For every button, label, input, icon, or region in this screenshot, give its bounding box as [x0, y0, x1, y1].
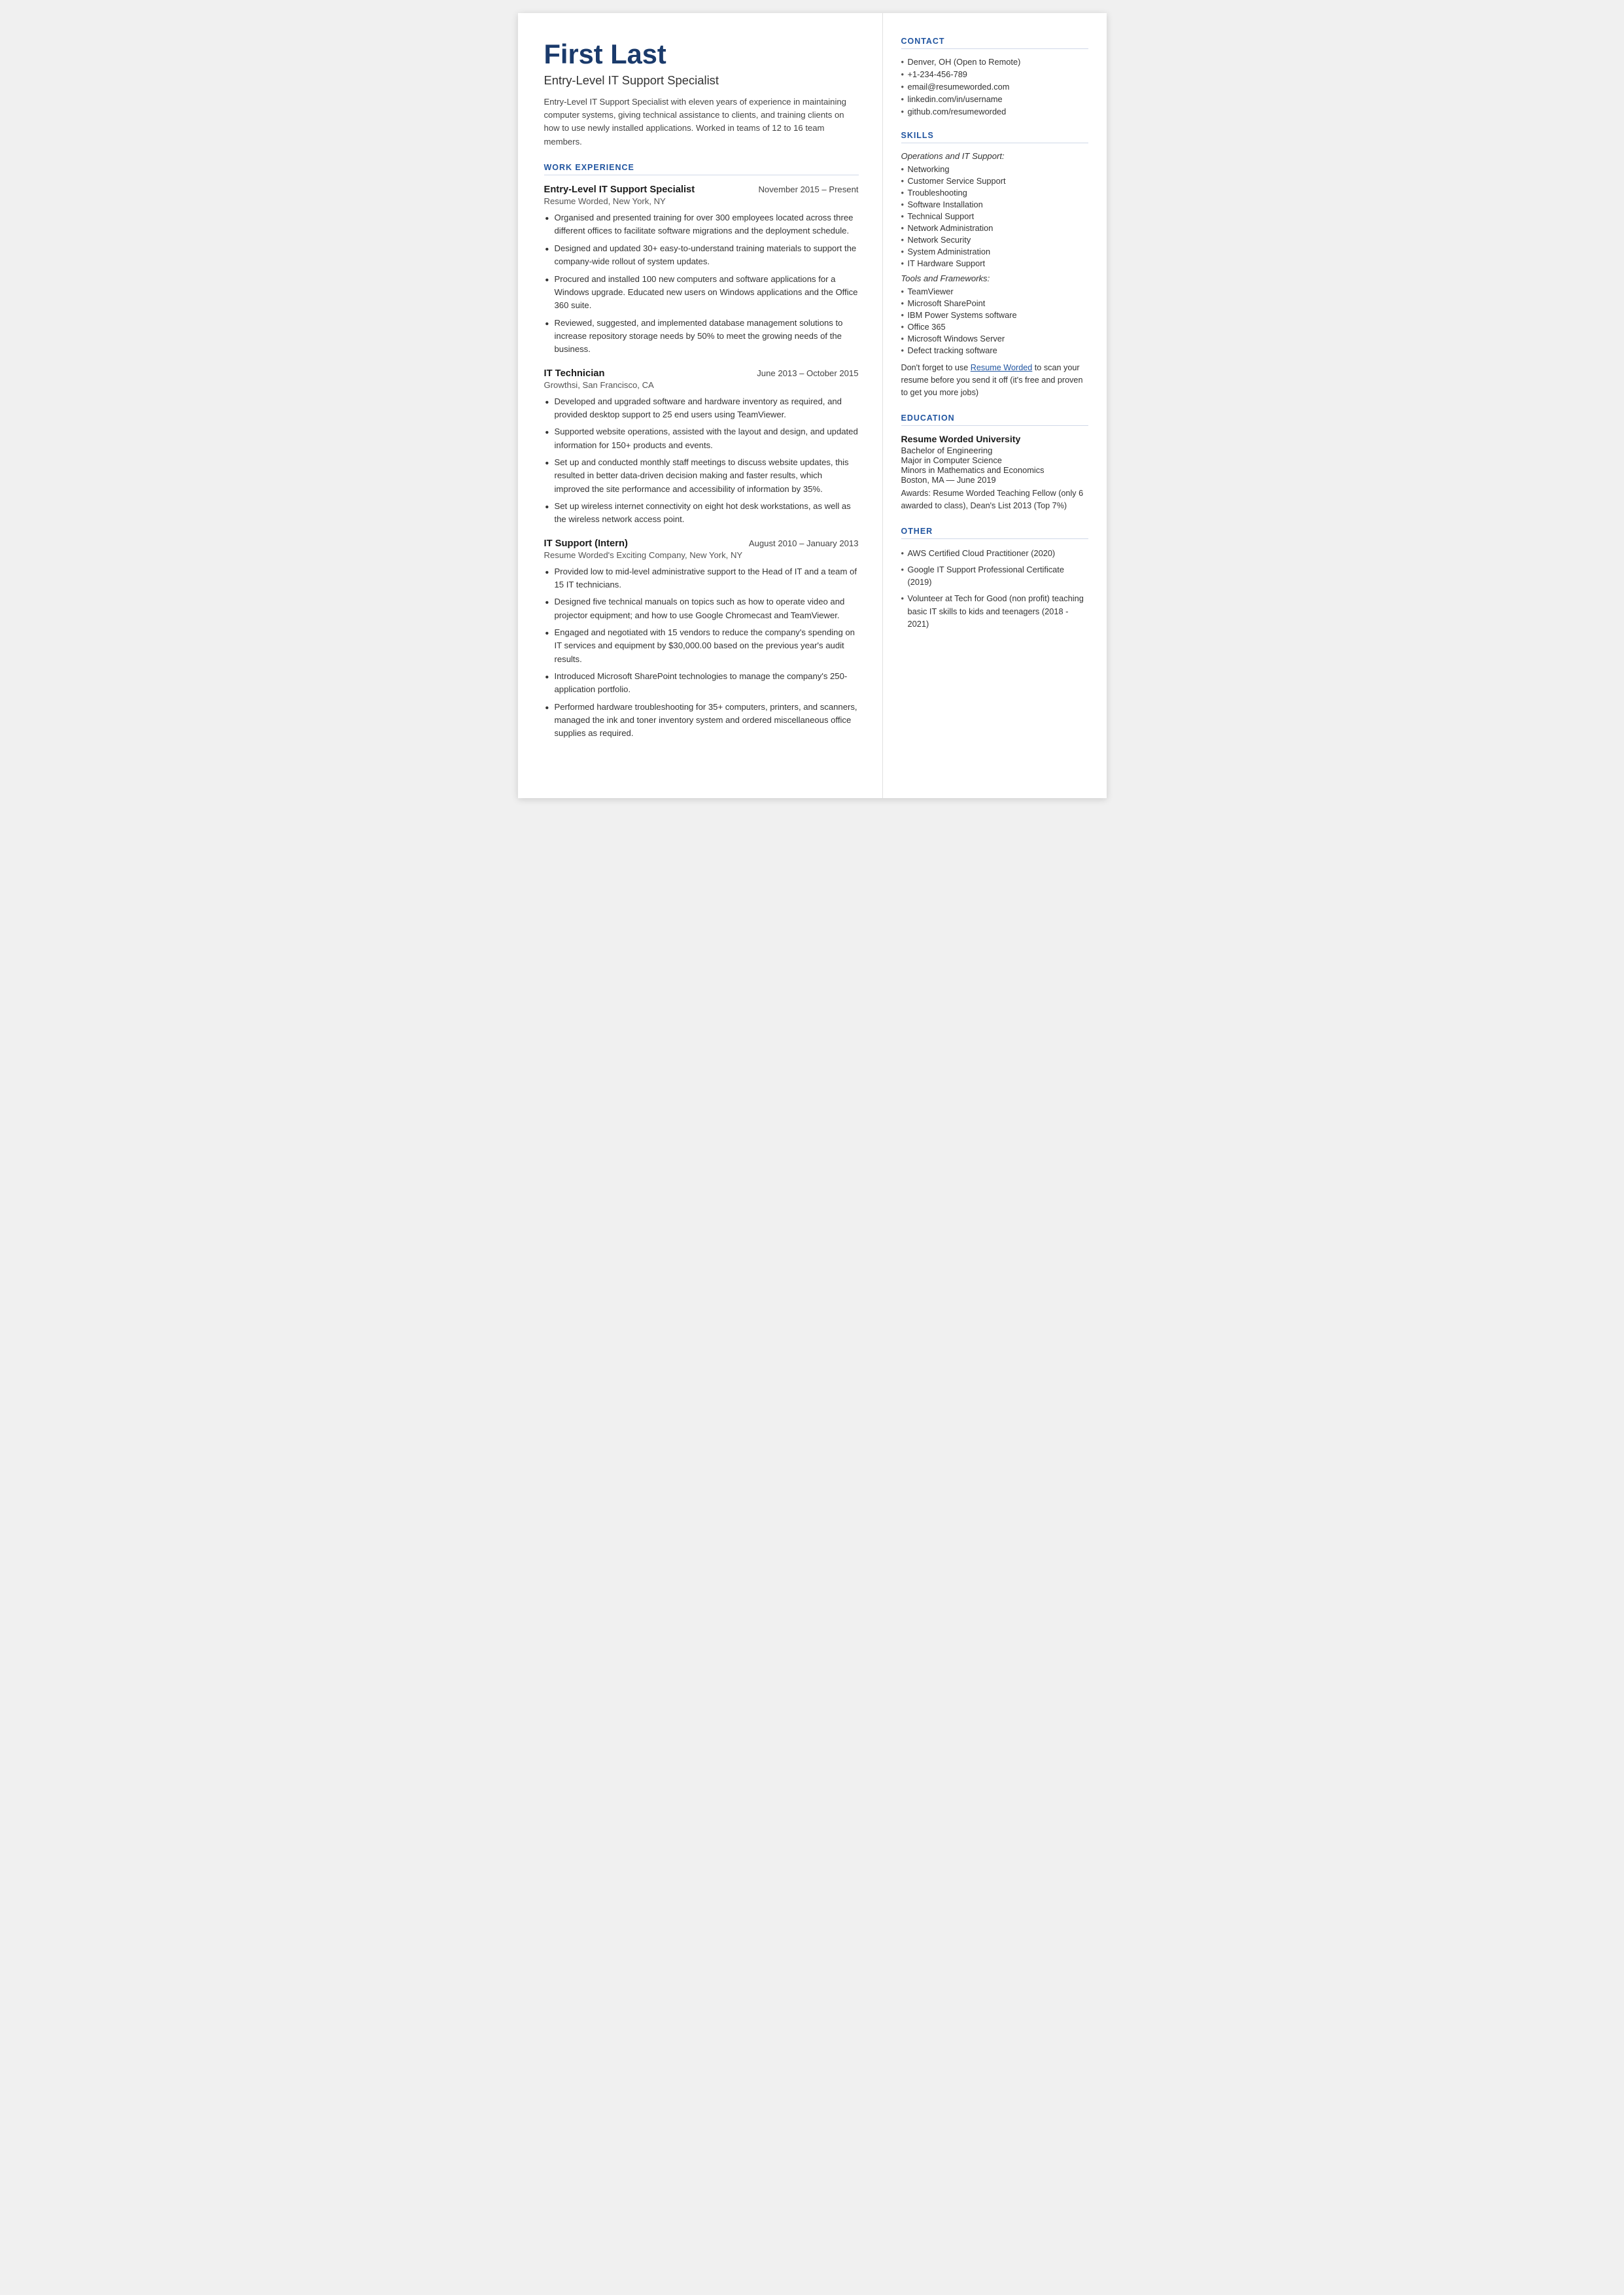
list-item: Denver, OH (Open to Remote) — [901, 57, 1088, 67]
list-item: Performed hardware troubleshooting for 3… — [544, 701, 859, 741]
list-item: IBM Power Systems software — [901, 310, 1088, 320]
job-1-header: Entry-Level IT Support Specialist Novemb… — [544, 184, 859, 195]
list-item: Troubleshooting — [901, 188, 1088, 198]
job-2-header: IT Technician June 2013 – October 2015 — [544, 368, 859, 379]
job-3-header: IT Support (Intern) August 2010 – Januar… — [544, 538, 859, 549]
contact-list: Denver, OH (Open to Remote) +1-234-456-7… — [901, 57, 1088, 116]
list-item: Designed five technical manuals on topic… — [544, 595, 859, 622]
list-item: Volunteer at Tech for Good (non profit) … — [901, 592, 1088, 630]
edu-degree: Bachelor of Engineering — [901, 446, 1088, 455]
candidate-name: First Last — [544, 39, 859, 69]
promo-text: Don't forget to use Resume Worded to sca… — [901, 362, 1088, 399]
list-item: Network Security — [901, 235, 1088, 245]
skills-section-title: SKILLS — [901, 131, 1088, 143]
list-item: Organised and presented training for ove… — [544, 211, 859, 238]
list-item: Microsoft SharePoint — [901, 298, 1088, 308]
list-item: AWS Certified Cloud Practitioner (2020) — [901, 547, 1088, 559]
contact-section-title: CONTACT — [901, 37, 1088, 49]
list-item: Customer Service Support — [901, 176, 1088, 186]
job-1: Entry-Level IT Support Specialist Novemb… — [544, 184, 859, 356]
list-item: Google IT Support Professional Certifica… — [901, 563, 1088, 588]
list-item: Reviewed, suggested, and implemented dat… — [544, 317, 859, 357]
list-item: email@resumeworded.com — [901, 82, 1088, 92]
work-experience-section-title: WORK EXPERIENCE — [544, 163, 859, 175]
skills-tools-list: TeamViewer Microsoft SharePoint IBM Powe… — [901, 287, 1088, 355]
list-item: Networking — [901, 164, 1088, 174]
list-item: Set up wireless internet connectivity on… — [544, 500, 859, 527]
job-3-title: IT Support (Intern) — [544, 538, 628, 549]
left-column: First Last Entry-Level IT Support Specia… — [518, 13, 883, 798]
candidate-summary: Entry-Level IT Support Specialist with e… — [544, 96, 859, 149]
list-item: github.com/resumeworded — [901, 107, 1088, 116]
promo-link[interactable]: Resume Worded — [971, 363, 1033, 372]
list-item: Procured and installed 100 new computers… — [544, 273, 859, 313]
right-column: CONTACT Denver, OH (Open to Remote) +1-2… — [883, 13, 1107, 798]
list-item: Developed and upgraded software and hard… — [544, 395, 859, 422]
list-item: Technical Support — [901, 211, 1088, 221]
candidate-title: Entry-Level IT Support Specialist — [544, 73, 859, 88]
job-2: IT Technician June 2013 – October 2015 G… — [544, 368, 859, 527]
list-item: Office 365 — [901, 322, 1088, 332]
list-item: System Administration — [901, 247, 1088, 256]
list-item: Microsoft Windows Server — [901, 334, 1088, 343]
skills-category-ops: Operations and IT Support: — [901, 151, 1088, 161]
promo-prefix: Don't forget to use — [901, 363, 971, 372]
edu-location: Boston, MA — June 2019 — [901, 475, 1088, 485]
list-item: Software Installation — [901, 200, 1088, 209]
edu-awards: Awards: Resume Worded Teaching Fellow (o… — [901, 487, 1088, 512]
job-1-title: Entry-Level IT Support Specialist — [544, 184, 695, 195]
list-item: linkedin.com/in/username — [901, 94, 1088, 104]
education-section-title: EDUCATION — [901, 413, 1088, 426]
job-2-title: IT Technician — [544, 368, 605, 379]
list-item: Provided low to mid-level administrative… — [544, 565, 859, 592]
job-1-dates: November 2015 – Present — [758, 184, 858, 194]
list-item: Defect tracking software — [901, 345, 1088, 355]
skills-category-tools: Tools and Frameworks: — [901, 273, 1088, 283]
job-3-company: Resume Worded's Exciting Company, New Yo… — [544, 550, 859, 560]
skills-ops-list: Networking Customer Service Support Trou… — [901, 164, 1088, 268]
resume-page: First Last Entry-Level IT Support Specia… — [518, 13, 1107, 798]
list-item: Network Administration — [901, 223, 1088, 233]
other-section-title: OTHER — [901, 527, 1088, 539]
job-2-company: Growthsi, San Francisco, CA — [544, 380, 859, 390]
other-list: AWS Certified Cloud Practitioner (2020) … — [901, 547, 1088, 630]
job-3: IT Support (Intern) August 2010 – Januar… — [544, 538, 859, 741]
edu-major: Major in Computer Science — [901, 455, 1088, 465]
job-2-bullets: Developed and upgraded software and hard… — [544, 395, 859, 527]
job-1-company: Resume Worded, New York, NY — [544, 196, 859, 206]
list-item: TeamViewer — [901, 287, 1088, 296]
job-1-bullets: Organised and presented training for ove… — [544, 211, 859, 356]
edu-minor: Minors in Mathematics and Economics — [901, 465, 1088, 475]
list-item: IT Hardware Support — [901, 258, 1088, 268]
list-item: Supported website operations, assisted w… — [544, 425, 859, 452]
list-item: +1-234-456-789 — [901, 69, 1088, 79]
list-item: Set up and conducted monthly staff meeti… — [544, 456, 859, 496]
edu-school: Resume Worded University — [901, 434, 1088, 444]
job-3-bullets: Provided low to mid-level administrative… — [544, 565, 859, 741]
list-item: Engaged and negotiated with 15 vendors t… — [544, 626, 859, 666]
list-item: Introduced Microsoft SharePoint technolo… — [544, 670, 859, 697]
job-3-dates: August 2010 – January 2013 — [749, 538, 859, 548]
list-item: Designed and updated 30+ easy-to-underst… — [544, 242, 859, 269]
job-2-dates: June 2013 – October 2015 — [757, 368, 858, 378]
